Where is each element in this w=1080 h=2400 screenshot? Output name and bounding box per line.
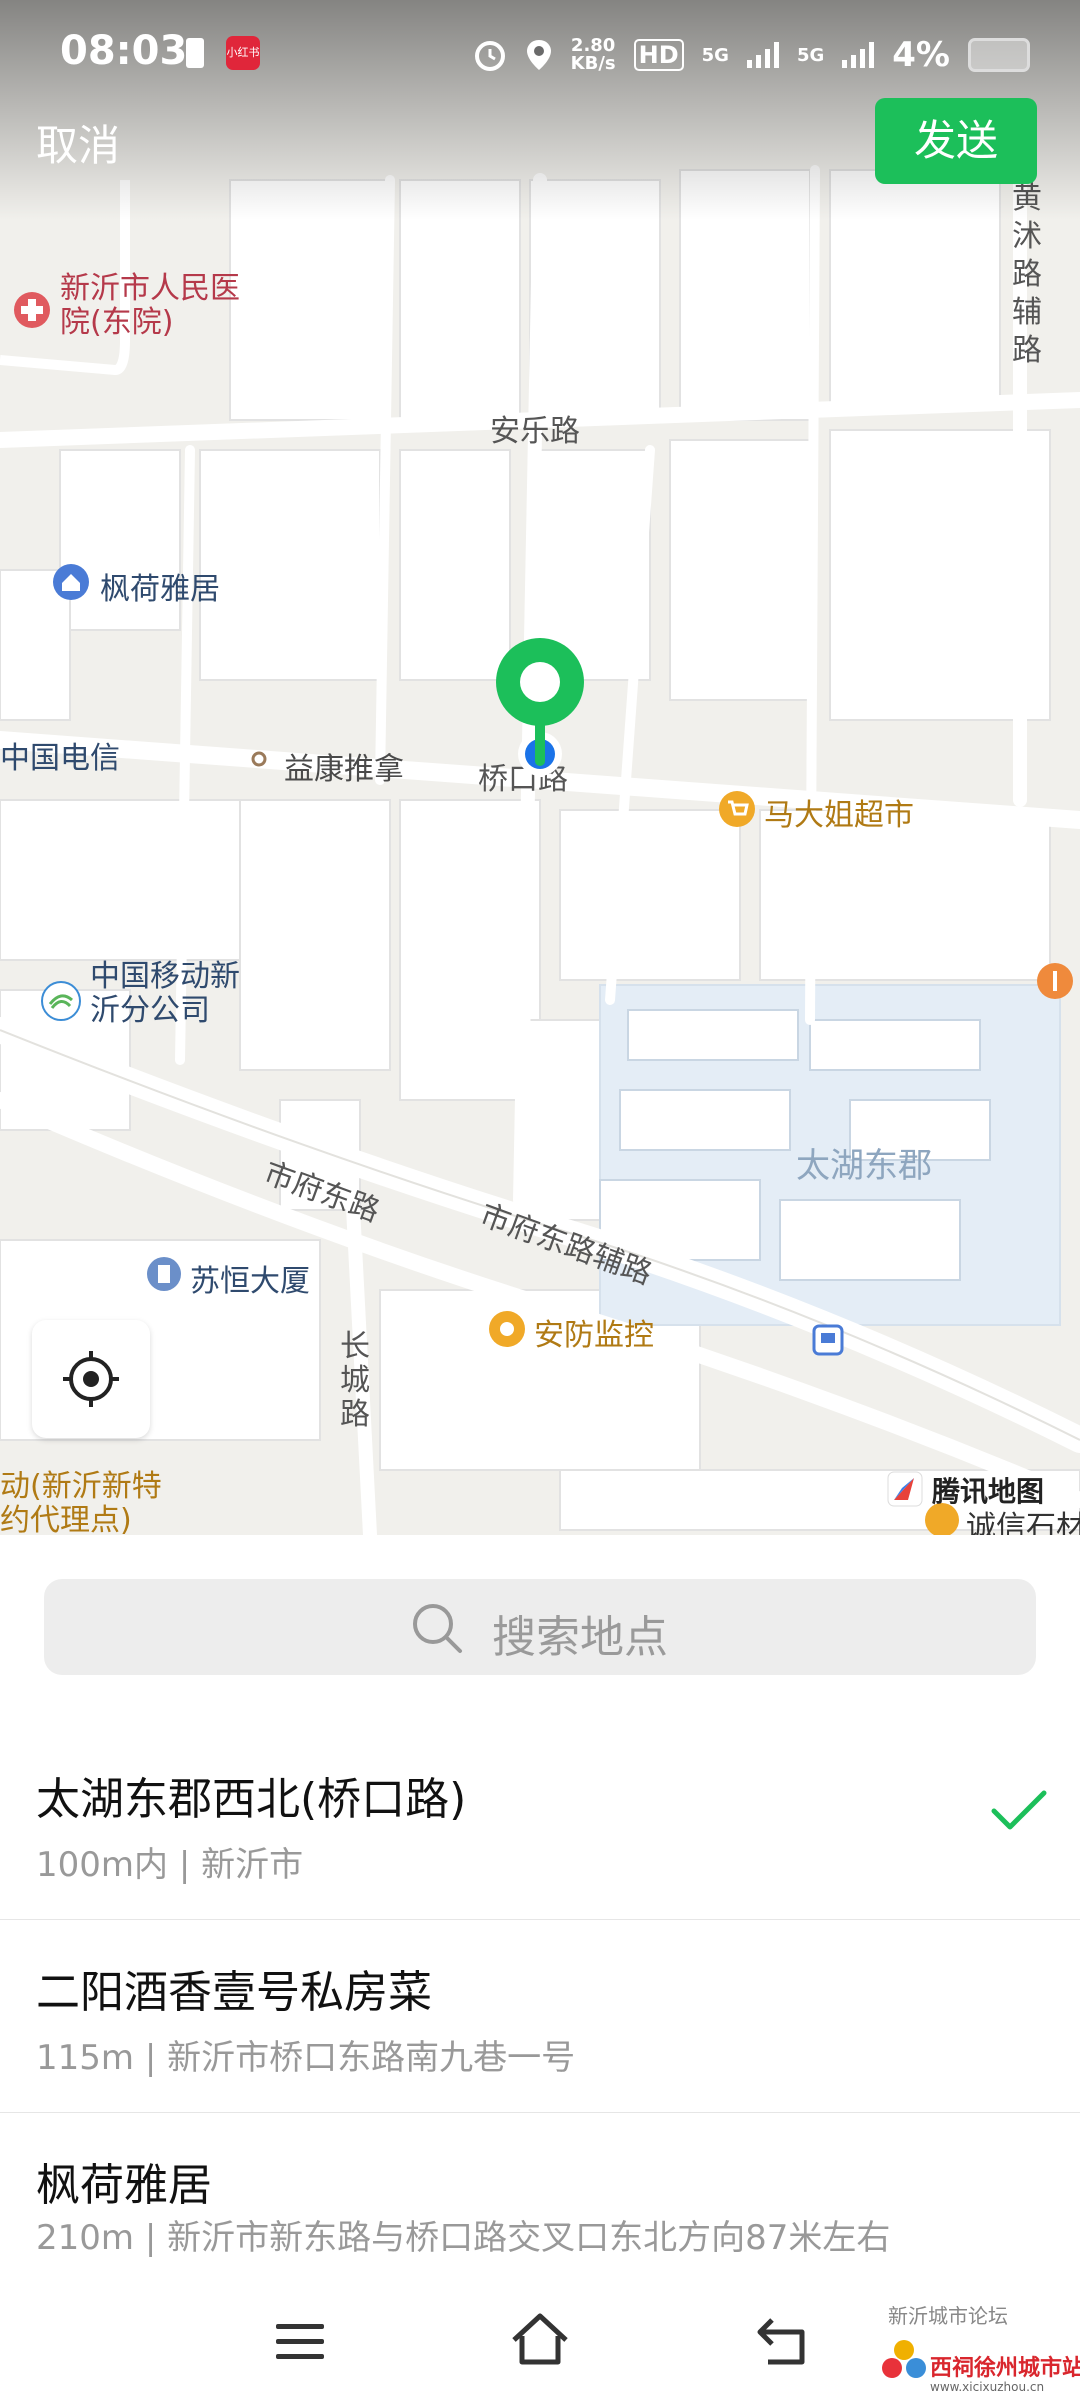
poi-telecom[interactable]: 中国电信 <box>0 733 120 777</box>
bus-stop-icon <box>812 1324 844 1356</box>
result-meta: 115m | 新沂市桥口东路南九巷一号 <box>36 2038 576 2078</box>
alarm-icon <box>474 41 505 71</box>
watermark-url: www.xicixuzhou.cn <box>930 2380 1045 2394</box>
tencent-map-logo: 腾讯地图 <box>932 1475 1045 1508</box>
sim-card-icon <box>186 38 204 68</box>
poi-fenghe[interactable]: 枫荷雅居 <box>100 564 220 608</box>
search-icon <box>413 1604 462 1653</box>
result-meta: 210m | 新沂市新东路与桥口路交叉口东北方向87米左右 <box>36 2218 891 2258</box>
home-nav-icon[interactable] <box>508 2310 572 2368</box>
cancel-button[interactable]: 取消 <box>36 112 120 173</box>
battery-icon <box>968 38 1030 72</box>
my-location-button[interactable] <box>32 1320 150 1438</box>
poi-dot-icon <box>251 751 267 767</box>
poi-madajie[interactable]: 马大姐超市 <box>764 790 914 834</box>
result-meta: 100m内 | 新沂市 <box>36 1845 304 1885</box>
result-item-3[interactable]: 枫荷雅居 210m | 新沂市新东路与桥口路交叉口东北方向87米左右 <box>0 2113 1080 2283</box>
tencent-map-logo-icon <box>887 1471 923 1507</box>
location-status-icon <box>526 40 551 70</box>
location-pin-icon[interactable] <box>494 636 586 786</box>
result-distance: 210m <box>36 2218 135 2258</box>
poi-dianxin-left[interactable]: 动(新沂新特约代理点) <box>0 1470 180 1536</box>
china-mobile-icon <box>41 981 81 1021</box>
hospital-icon <box>14 292 50 328</box>
poi-mobile[interactable]: 中国移动新沂分公司 <box>90 960 260 1028</box>
poi-hospital[interactable]: 新沂市人民医院(东院) <box>60 272 240 340</box>
poi-yikang[interactable]: 益康推拿 <box>284 744 404 788</box>
result-name: 枫荷雅居 <box>36 2160 212 2211</box>
net-speed-unit: KB/s <box>570 53 616 74</box>
menu-icon[interactable] <box>272 2320 328 2364</box>
search-placeholder: 搜索地点 <box>492 1612 668 1663</box>
send-button[interactable]: 发送 <box>875 98 1037 184</box>
result-distance: 115m <box>36 2038 135 2078</box>
watermark-top: 新沂城市论坛 <box>888 2304 1008 2328</box>
poi-suheng[interactable]: 苏恒大厦 <box>190 1256 310 1300</box>
security-icon <box>489 1311 525 1347</box>
result-address: 新沂市新东路与桥口路交叉口东北方向87米左右 <box>167 2218 891 2258</box>
map-view[interactable]: 安乐路 桥口路 市府东路 市府东路辅路 长城路 黄沭路辅路 新沂市人民医院(东院… <box>0 0 1080 1535</box>
battery-percent: 4% <box>892 35 950 75</box>
signal-icon-2 <box>842 42 875 68</box>
poi-anfang[interactable]: 安防监控 <box>534 1310 654 1354</box>
result-name: 太湖东郡西北(桥口路) <box>36 1774 467 1825</box>
back-icon[interactable] <box>752 2314 812 2368</box>
location-sheet: 搜索地点 太湖东郡西北(桥口路) 100m内 | 新沂市 二阳酒香壹号私房菜 1… <box>0 1535 1080 2400</box>
status-bar: 08:03 小红书 2.80 KB/s HD 5G 5G 4% <box>0 0 1080 110</box>
result-address: 新沂市 <box>201 1845 304 1885</box>
poi-taihu[interactable]: 太湖东郡 <box>796 1138 932 1187</box>
signal-icon-1 <box>746 42 779 68</box>
restaurant-icon <box>1037 963 1073 999</box>
result-item-2[interactable]: 二阳酒香壹号私房菜 115m | 新沂市桥口东路南九巷一号 <box>0 1920 1080 2113</box>
result-item-1[interactable]: 太湖东郡西北(桥口路) 100m内 | 新沂市 <box>0 1727 1080 1920</box>
road-label-changcheng: 长城路 <box>340 1329 370 1432</box>
building-icon <box>147 1257 181 1291</box>
status-time: 08:03 <box>60 28 188 74</box>
xici-logo-icon <box>882 2340 926 2378</box>
search-input[interactable]: 搜索地点 <box>44 1579 1036 1675</box>
system-nav-bar: 新沂城市论坛 西祠徐州城市站 www.xicixuzhou.cn <box>0 2280 1080 2400</box>
result-address: 新沂市桥口东路南九巷一号 <box>167 2038 576 2078</box>
check-icon <box>991 1790 1047 1830</box>
status-right-group: 2.80 KB/s HD 5G 5G 4% <box>473 30 1030 80</box>
sim1-label: 5G <box>701 44 729 66</box>
net-speed: 2.80 KB/s <box>571 37 616 73</box>
shop-icon <box>719 791 755 827</box>
home-icon <box>53 564 89 600</box>
sim2-label: 5G <box>796 44 825 66</box>
watermark-brand: 西祠徐州城市站 <box>930 2356 1080 2381</box>
result-distance: 100m内 <box>36 1845 169 1885</box>
app-notification-icon: 小红书 <box>226 36 260 70</box>
result-name: 二阳酒香壹号私房菜 <box>36 1967 432 2018</box>
hd-badge: HD <box>633 39 684 71</box>
road-label-anle: 安乐路 <box>490 414 580 449</box>
crosshair-icon <box>63 1351 119 1407</box>
